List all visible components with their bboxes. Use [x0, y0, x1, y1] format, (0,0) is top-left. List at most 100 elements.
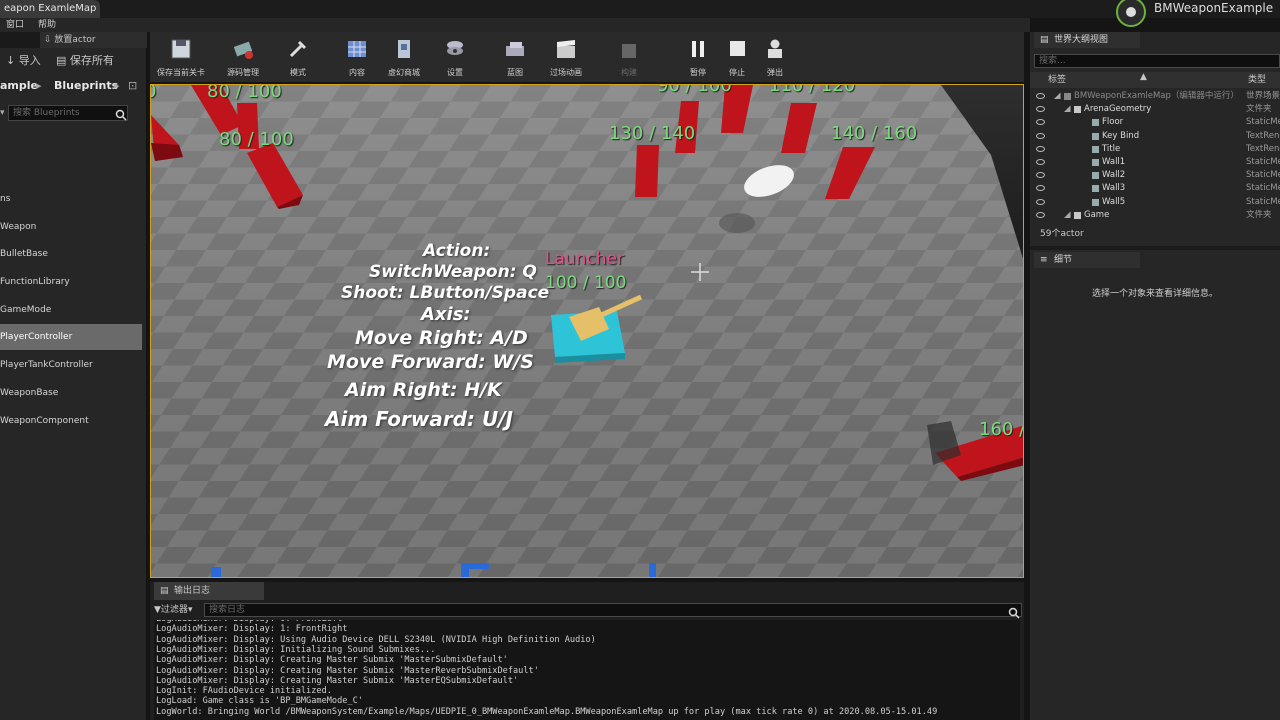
visibility-eye-icon[interactable]	[1036, 185, 1045, 192]
chevron-down-icon: ▾	[187, 605, 193, 615]
search-blueprints-input[interactable]: 搜索 Blueprints	[8, 105, 128, 121]
filter-icon[interactable]: ▾	[0, 108, 5, 118]
outliner-row[interactable]: Floor StaticMesh	[1030, 116, 1280, 129]
menu-window[interactable]: 窗口	[6, 18, 24, 32]
import-button[interactable]: ↓ 导入	[6, 50, 41, 72]
asset-item[interactable]: WeaponComponent	[0, 408, 142, 434]
outliner-row-label: Wall3	[1102, 183, 1126, 194]
toolbar-button-label: 设置	[447, 68, 463, 77]
expand-arrow-icon[interactable]: ◢	[1064, 103, 1071, 116]
search-icon[interactable]	[115, 106, 127, 121]
column-type[interactable]: 类型	[1248, 72, 1266, 88]
save-all-label: 保存所有	[69, 54, 114, 67]
controls-axis: Axis:	[421, 304, 471, 325]
outliner-row[interactable]: ◢ ArenaGeometry 文件夹	[1030, 103, 1280, 116]
visibility-eye-icon[interactable]	[1036, 119, 1045, 126]
toolbar-button[interactable]: 蓝图	[492, 36, 538, 80]
outliner-row[interactable]: Title TextRender	[1030, 143, 1280, 156]
outliner-row-type: StaticMesh	[1246, 183, 1280, 194]
content-icon	[346, 38, 368, 60]
toolbar-button[interactable]: 弹出	[756, 36, 794, 80]
toolbar-button[interactable]: 内容	[338, 36, 376, 80]
outliner-row[interactable]: Key Bind TextRender	[1030, 130, 1280, 143]
chevron-right-icon: ▸	[36, 79, 42, 92]
controls-move-right: Move Right: A/D	[355, 327, 528, 349]
asset-item[interactable]: BulletBase	[0, 241, 142, 267]
expand-arrow-icon[interactable]: ◢	[1064, 209, 1071, 222]
filter-icon: ▼	[154, 605, 161, 615]
tab-place-actor[interactable]: ⇩ 放置actor	[40, 32, 147, 48]
import-label: 导入	[18, 54, 41, 67]
outliner-row[interactable]: Wall3 StaticMesh	[1030, 182, 1280, 195]
asset-item[interactable]: WeaponBase	[0, 380, 142, 406]
column-label[interactable]: 标签	[1048, 72, 1066, 88]
search-log-placeholder: 搜索日志	[209, 605, 246, 615]
asset-item[interactable]: PlayerController	[0, 324, 142, 350]
search-icon[interactable]	[1008, 604, 1020, 619]
toolbar-button[interactable]: 源码管理	[212, 36, 274, 80]
filter-label: 过滤器	[160, 605, 188, 615]
visibility-eye-icon[interactable]	[1036, 172, 1045, 179]
visibility-eye-icon[interactable]	[1036, 211, 1045, 218]
health-label: 110 / 120	[769, 84, 856, 96]
marketplace-icon	[393, 38, 415, 60]
actor-icon	[1092, 185, 1099, 193]
outliner-row[interactable]: ◢ Game 文件夹	[1030, 209, 1280, 222]
outliner-row-label: Wall1	[1102, 157, 1126, 167]
toolbar-button[interactable]: 过场动画	[540, 36, 592, 80]
visibility-eye-icon[interactable]	[1036, 145, 1045, 152]
toolbar-button[interactable]: 暂停	[678, 36, 718, 80]
toolbar-button-label: 弹出	[767, 68, 783, 77]
outliner-search-input[interactable]: 搜索...	[1034, 54, 1280, 68]
toolbar-button[interactable]: 停止	[718, 36, 756, 80]
toolbar-button-label: 构建	[621, 68, 637, 77]
health-label: 80 / 100	[207, 84, 282, 102]
log-area[interactable]: LogAudioMixer: Display: 0: FrontLeftLogA…	[154, 620, 1020, 720]
visibility-eye-icon[interactable]	[1036, 132, 1045, 139]
asset-item[interactable]: GameMode	[0, 297, 142, 323]
log-line: LogWorld: Bringing World /BMWeaponSystem…	[156, 706, 938, 717]
breadcrumb-item-blueprints[interactable]: Blueprints	[54, 76, 118, 96]
menu-help[interactable]: 帮助	[38, 18, 56, 32]
visibility-eye-icon[interactable]	[1036, 106, 1045, 113]
tab-place-actor-label: 放置actor	[54, 35, 96, 45]
outliner-row-type: 文件夹	[1246, 104, 1272, 115]
toolbar-button[interactable]: 构建	[606, 36, 652, 80]
toolbar-button[interactable]: 模式	[276, 36, 320, 80]
outliner-row-label: Title	[1102, 143, 1121, 154]
outliner-row-label: Wall2	[1102, 170, 1126, 181]
outliner-row[interactable]: Wall2 StaticMesh	[1030, 169, 1280, 182]
asset-item[interactable]: PlayerTankController	[0, 352, 142, 378]
cinematics-icon	[555, 38, 577, 60]
pause-icon	[687, 38, 709, 60]
asset-item[interactable]: Weapon	[0, 214, 142, 240]
visibility-eye-icon[interactable]	[1036, 198, 1045, 205]
save-all-button[interactable]: ▤ 保存所有	[56, 50, 114, 72]
outliner-header: 标签 ▲ 类型	[1030, 72, 1280, 88]
filter-dropdown[interactable]: ▼过滤器▾	[154, 602, 200, 618]
asset-item[interactable]: FunctionLibrary	[0, 269, 142, 295]
tab-world-outliner[interactable]: ▤ 世界大纲视图	[1034, 32, 1140, 48]
expand-arrow-icon[interactable]: ◢	[1054, 90, 1061, 103]
toolbar-button[interactable]: 虚幻商城	[376, 36, 432, 80]
breadcrumb-item-example[interactable]: ample	[0, 76, 38, 96]
controls-action: Action:	[423, 241, 491, 261]
visibility-eye-icon[interactable]	[1036, 159, 1045, 165]
outliner-row[interactable]: ◢ BMWeaponExamleMap（编辑器中运行） 世界场景	[1030, 90, 1280, 103]
health-label: 80 / 100	[219, 129, 294, 150]
left-tabs: ⇩ 放置actor	[0, 32, 147, 48]
level-tab[interactable]: eapon ExamleMap	[0, 0, 100, 18]
toolbar-button[interactable]: 保存当前关卡	[150, 36, 212, 80]
search-log-input[interactable]: 搜索日志	[204, 603, 1022, 617]
outliner-row[interactable]: Wall1 StaticMesh	[1030, 156, 1280, 169]
outliner-row[interactable]: Wall5 StaticMesh	[1030, 196, 1280, 209]
lock-icon[interactable]: ⊡	[128, 76, 137, 96]
tab-output-log[interactable]: ▤ 输出日志	[154, 582, 264, 600]
game-viewport[interactable]: 0 80 / 100 80 / 100 90 / 100 110 / 120 130 / …	[150, 84, 1024, 578]
toolbar-button[interactable]: 设置	[432, 36, 478, 80]
actor-icon	[1092, 159, 1099, 166]
visibility-eye-icon[interactable]	[1036, 93, 1045, 99]
player-health: 100 / 100	[545, 273, 627, 293]
asset-item[interactable]: ns	[0, 186, 142, 212]
tab-details[interactable]: ≡ 细节	[1034, 252, 1140, 268]
